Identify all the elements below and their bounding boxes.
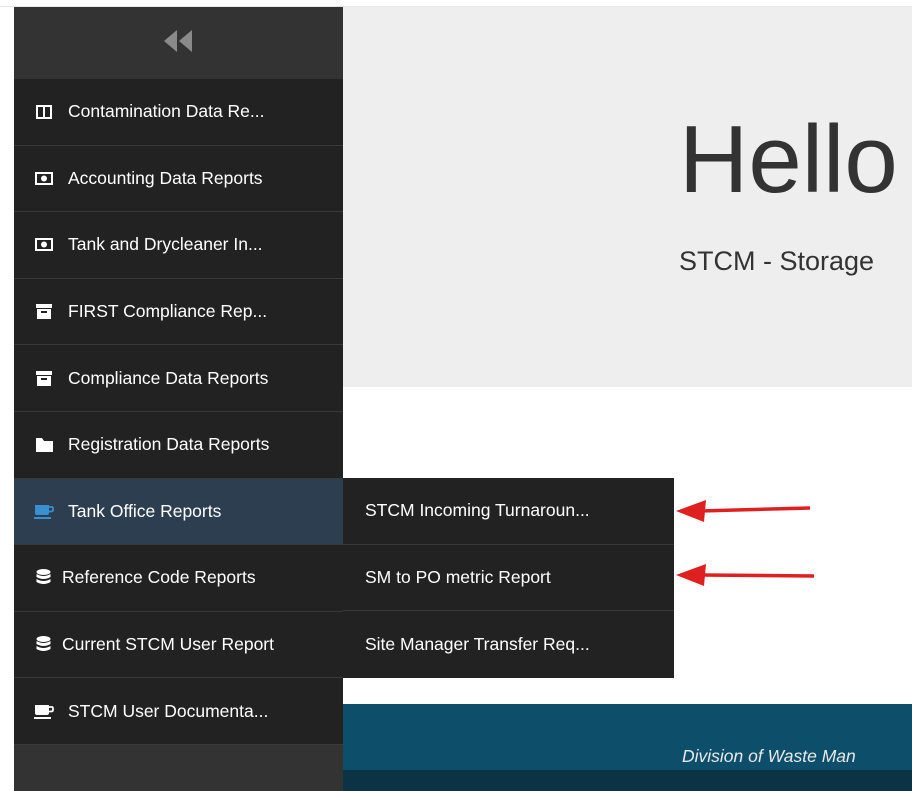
sidebar-item-label: Tank Office Reports bbox=[68, 500, 222, 521]
sidebar-item-label: Registration Data Reports bbox=[68, 434, 270, 455]
hero-subtitle: STCM - Storage bbox=[679, 246, 875, 276]
sidebar-item-label: Tank and Drycleaner In... bbox=[68, 234, 263, 255]
hero-title: Hello bbox=[679, 106, 898, 213]
sidebar-item-label: Accounting Data Reports bbox=[68, 167, 263, 188]
sidebar-item-label: Compliance Data Reports bbox=[68, 367, 269, 388]
sidebar-item-label: Reference Code Reports bbox=[62, 567, 256, 588]
submenu-item-sm-to-po-metric[interactable]: SM to PO metric Report bbox=[343, 545, 674, 612]
top-border bbox=[0, 0, 912, 7]
submenu-item-label: STCM Incoming Turnaroun... bbox=[365, 500, 590, 521]
columns-icon bbox=[34, 104, 54, 120]
submenu-item-site-manager-transfer[interactable]: Site Manager Transfer Req... bbox=[343, 611, 674, 678]
sidebar-item-current-stcm-user[interactable]: Current STCM User Report bbox=[14, 611, 343, 679]
sidebar-item-compliance-data[interactable]: Compliance Data Reports bbox=[14, 345, 343, 412]
folder-icon bbox=[34, 437, 54, 453]
sidebar-item-first-compliance[interactable]: FIRST Compliance Rep... bbox=[14, 278, 343, 346]
sidebar-item-user-documentation[interactable]: STCM User Documenta... bbox=[14, 678, 343, 745]
sidebar: Contamination Data Re... Accounting Data… bbox=[14, 7, 343, 791]
sidebar-item-label: Current STCM User Report bbox=[62, 634, 274, 655]
sidebar-collapse-button[interactable] bbox=[14, 7, 343, 79]
submenu-item-stcm-incoming-turnaround[interactable]: STCM Incoming Turnaroun... bbox=[343, 478, 674, 545]
coffee-icon bbox=[34, 503, 54, 519]
sidebar-item-registration-data[interactable]: Registration Data Reports bbox=[14, 411, 343, 479]
archive-icon bbox=[34, 304, 54, 320]
money-icon bbox=[34, 170, 54, 186]
footer-strip bbox=[343, 770, 912, 791]
sidebar-item-label: FIRST Compliance Rep... bbox=[68, 301, 268, 322]
sidebar-item-label: STCM User Documenta... bbox=[68, 700, 269, 721]
page: Hello STCM - Storage Division of Waste M… bbox=[0, 0, 912, 791]
annotation-arrow-icon bbox=[676, 500, 811, 522]
database-icon bbox=[32, 569, 54, 586]
sidebar-item-label: Contamination Data Re... bbox=[68, 101, 265, 122]
submenu-item-label: Site Manager Transfer Req... bbox=[365, 633, 590, 654]
sidebar-item-accounting-data[interactable]: Accounting Data Reports bbox=[14, 145, 343, 213]
database-icon bbox=[32, 636, 54, 653]
hero-jumbotron: Hello STCM - Storage bbox=[343, 7, 912, 387]
coffee-icon bbox=[34, 703, 54, 719]
sidebar-item-reference-code[interactable]: Reference Code Reports bbox=[14, 545, 343, 612]
sidebar-item-tank-drycleaner[interactable]: Tank and Drycleaner In... bbox=[14, 212, 343, 279]
double-chevron-left-icon bbox=[162, 28, 196, 59]
sidebar-item-contamination-data[interactable]: Contamination Data Re... bbox=[14, 79, 343, 146]
archive-icon bbox=[34, 370, 54, 386]
sidebar-item-tank-office-reports[interactable]: Tank Office Reports bbox=[14, 478, 343, 546]
sidebar-footer bbox=[14, 745, 343, 791]
sidebar-menu: Contamination Data Re... Accounting Data… bbox=[14, 79, 343, 745]
annotation-arrow-icon bbox=[676, 564, 815, 586]
submenu-item-label: SM to PO metric Report bbox=[365, 566, 551, 587]
tank-office-submenu: STCM Incoming Turnaroun... SM to PO metr… bbox=[343, 478, 674, 678]
money-icon bbox=[34, 237, 54, 253]
footer: Division of Waste Man bbox=[343, 704, 912, 791]
footer-text: Division of Waste Man bbox=[682, 746, 856, 766]
